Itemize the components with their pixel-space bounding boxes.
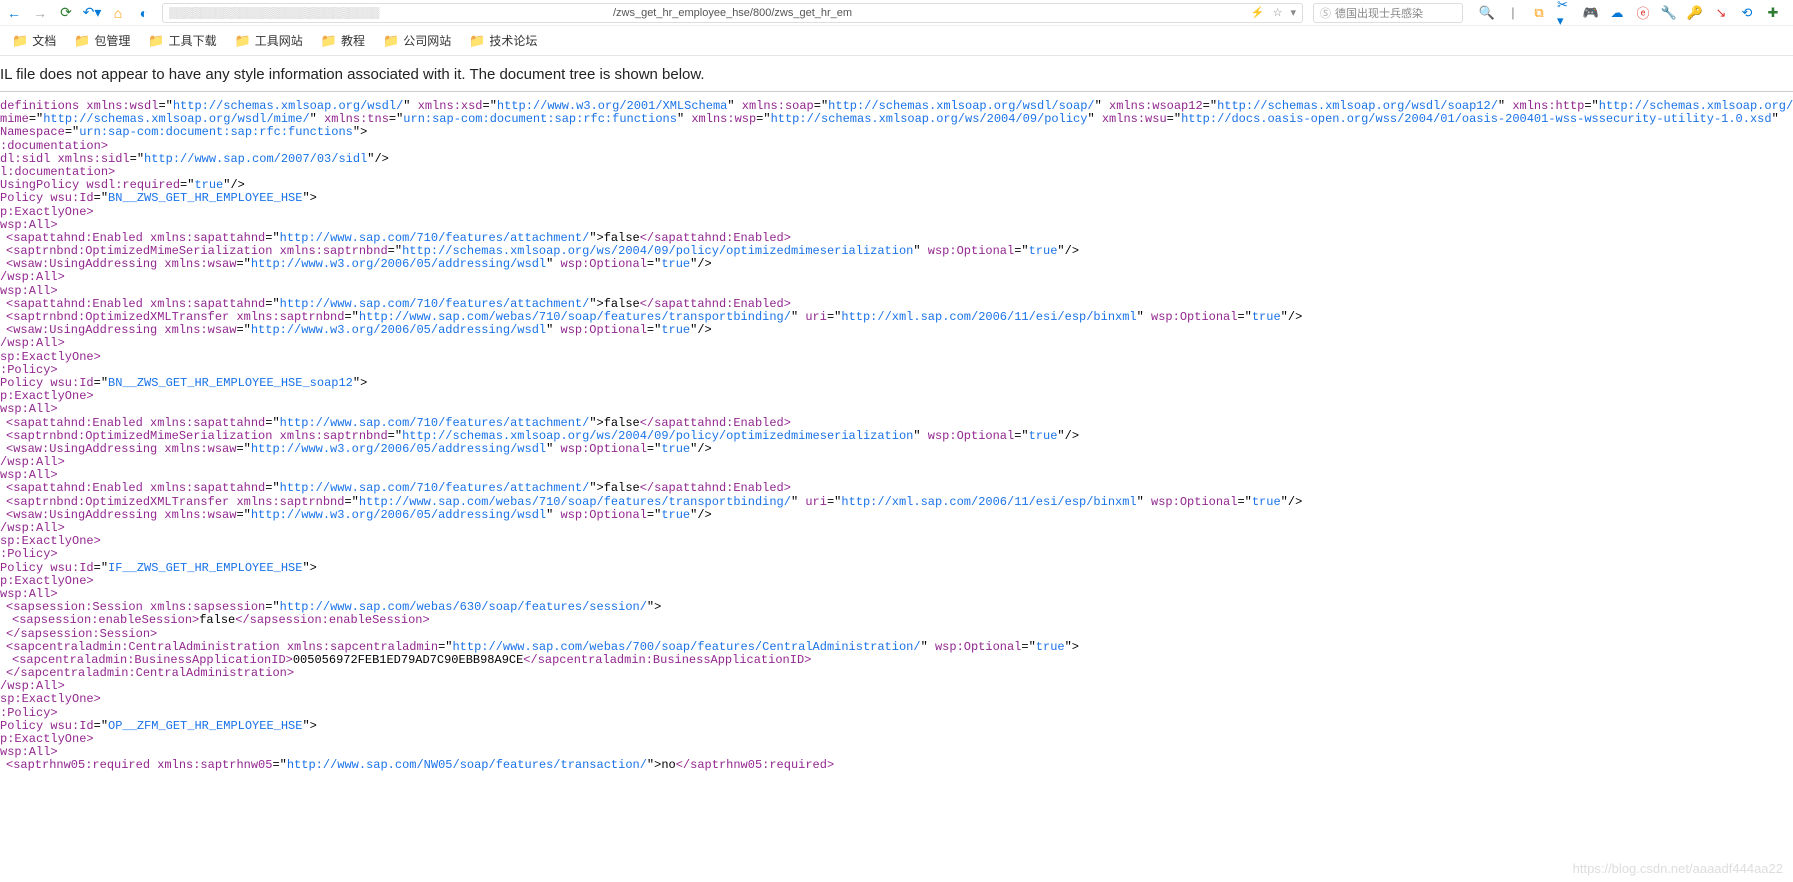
home-icon[interactable]: ⌂ (110, 5, 126, 21)
watermark: https://blog.csdn.net/aaaadf444aa22 (1573, 861, 1783, 876)
folder-icon: 📁 (148, 33, 164, 49)
globe-icon[interactable]: ◐ (136, 5, 152, 21)
bolt-icon[interactable]: ⚡ (1251, 6, 1265, 19)
chevron-down-icon[interactable]: ▾ (1290, 6, 1296, 19)
xml-content: definitions xmlns:wsdl="http://schemas.x… (0, 92, 1793, 777)
cloud-icon[interactable]: ☁ (1609, 5, 1625, 21)
folder-icon: 📁 (321, 33, 337, 49)
star-icon[interactable]: ☆ (1273, 6, 1283, 19)
folder-icon: 📁 (235, 33, 251, 49)
undo-icon[interactable]: ↶▾ (84, 5, 100, 21)
wrench-icon[interactable]: 🔧 (1661, 5, 1677, 21)
reload-icon[interactable]: ⟳ (58, 5, 74, 21)
bookmark-item[interactable]: 📁教程 (321, 32, 365, 49)
forward-icon[interactable]: → (32, 5, 48, 21)
folder-icon: 📁 (469, 33, 485, 49)
search-placeholder: 德国出现士兵感染 (1335, 5, 1423, 21)
address-bar[interactable]: ▒▒▒▒▒▒▒▒▒▒▒▒▒▒▒▒▒▒▒▒▒▒▒▒▒▒▒ /zws_get_hr_… (162, 3, 1303, 23)
sync-icon[interactable]: ⟲ (1739, 5, 1755, 21)
folder-icon: 📁 (12, 33, 28, 49)
bookmark-item[interactable]: 📁文档 (12, 32, 56, 49)
capture-icon[interactable]: ⧉ (1531, 5, 1547, 21)
bookmark-item[interactable]: 📁工具下载 (148, 32, 216, 49)
address-blur-icon: ▒▒▒▒▒▒▒▒▒▒▒▒▒▒▒▒▒▒▒▒▒▒▒▒▒▒▒ (169, 7, 379, 19)
address-text: /zws_get_hr_employee_hse/800/zws_get_hr_… (613, 7, 852, 19)
folder-icon: 📁 (383, 33, 399, 49)
nav-icons: ← → ⟳ ↶▾ ⌂ ◐ (6, 5, 152, 21)
back-icon[interactable]: ← (6, 5, 22, 21)
search-engine-icon: Ⓢ (1320, 5, 1331, 21)
xml-notice: IL file does not appear to have any styl… (0, 56, 1793, 92)
puzzle-icon[interactable]: ✚ (1765, 5, 1781, 21)
bookmark-item[interactable]: 📁工具网站 (235, 32, 303, 49)
search-box[interactable]: Ⓢ 德国出现士兵感染 (1313, 3, 1463, 23)
arrow-icon[interactable]: ↘ (1713, 5, 1729, 21)
folder-icon: 📁 (74, 33, 90, 49)
weibo-icon[interactable]: ⓔ (1635, 5, 1651, 21)
bookmark-item[interactable]: 📁公司网站 (383, 32, 451, 49)
scissors-icon[interactable]: ✂▾ (1557, 5, 1573, 21)
bookmark-item[interactable]: 📁包管理 (74, 32, 130, 49)
search-icon[interactable]: 🔍 (1479, 5, 1495, 21)
key-icon[interactable]: 🔑 (1687, 5, 1703, 21)
extension-icons: 🔍 | ⧉ ✂▾ 🎮 ☁ ⓔ 🔧 🔑 ↘ ⟲ ✚ (1473, 5, 1787, 21)
bookmarks-bar: 📁文档 📁包管理 📁工具下载 📁工具网站 📁教程 📁公司网站 📁技术论坛 (0, 26, 1793, 56)
bookmark-item[interactable]: 📁技术论坛 (469, 32, 537, 49)
game-icon[interactable]: 🎮 (1583, 5, 1599, 21)
browser-toolbar: ← → ⟳ ↶▾ ⌂ ◐ ▒▒▒▒▒▒▒▒▒▒▒▒▒▒▒▒▒▒▒▒▒▒▒▒▒▒▒… (0, 0, 1793, 26)
